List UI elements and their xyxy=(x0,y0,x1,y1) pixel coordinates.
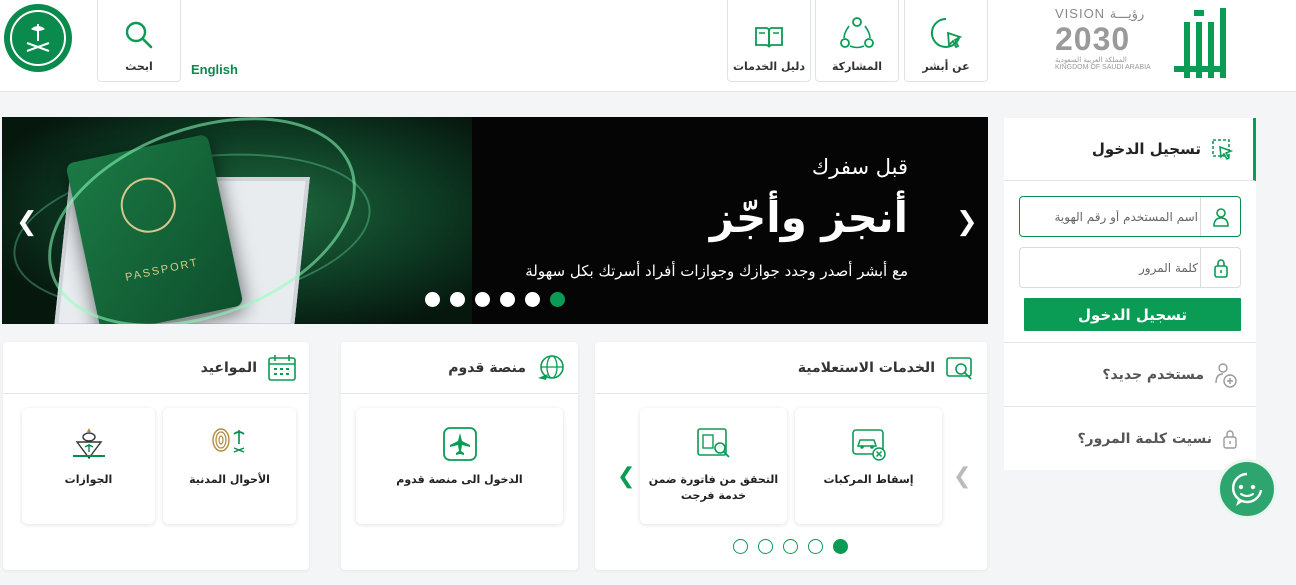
site-header: ابحث English دليل الخدمات المشاركة عن أب… xyxy=(0,0,1296,92)
lock-icon xyxy=(1200,248,1240,287)
appointments-header: المواعيد xyxy=(3,342,309,394)
user-icon xyxy=(1200,197,1240,236)
language-toggle-english[interactable]: English xyxy=(191,62,238,77)
tile-vehicle-drop-label: إسقاط المركبات xyxy=(823,473,914,486)
search-label: ابحث xyxy=(125,60,153,73)
inquiry-dot-active[interactable] xyxy=(833,539,848,554)
saudi-emblem-logo[interactable] xyxy=(4,4,72,72)
passports-emblem-icon xyxy=(72,428,105,460)
nav-about-absher[interactable]: عن أبشر xyxy=(904,0,988,82)
car-cancel-icon xyxy=(851,429,886,461)
absher-logo[interactable] xyxy=(1172,4,1234,80)
password-field[interactable] xyxy=(1019,247,1241,288)
document-search-icon xyxy=(696,428,730,458)
username-field[interactable] xyxy=(1019,196,1241,237)
inquiry-pagination xyxy=(733,539,848,554)
banner-dot[interactable] xyxy=(450,292,465,307)
banner-dot[interactable] xyxy=(475,292,490,307)
chat-pointer-icon xyxy=(930,17,963,49)
search-button[interactable]: ابحث xyxy=(97,0,181,82)
search-icon xyxy=(125,21,153,49)
forgot-password-label: نسيت كلمة المرور؟ xyxy=(1077,430,1212,447)
banner-heading-small: قبل سفرك xyxy=(811,155,908,179)
inquiry-dot[interactable] xyxy=(733,539,748,554)
book-icon xyxy=(755,27,783,48)
tile-invoice-check-label: التحقق من فاتورة ضمن خدمة فرجت xyxy=(648,473,779,502)
calendar-icon xyxy=(268,354,296,381)
tile-vehicle-drop[interactable]: إسقاط المركبات xyxy=(795,408,942,524)
login-title: تسجيل الدخول xyxy=(1091,140,1201,158)
banner-description: مع أبشر أصدر وجدد جوازك وجوازات أفراد أس… xyxy=(525,262,908,280)
tile-arrival-platform-login[interactable]: الدخول الى منصة قدوم xyxy=(356,408,563,524)
vision-kingdom-ar: المملكة العربية السعودية xyxy=(1055,56,1127,64)
login-header: تسجيل الدخول xyxy=(1004,118,1256,181)
new-user-link[interactable]: مستخدم جديد؟ xyxy=(1004,342,1256,406)
new-user-label: مستخدم جديد؟ xyxy=(1102,366,1204,383)
chatbot-icon xyxy=(1231,472,1263,506)
arrival-platform-title: منصة قدوم xyxy=(448,359,526,376)
inquiry-services-card: الخدمات الاستعلامية ❮ إسقاط المركبات الت… xyxy=(595,342,987,570)
banner-pagination xyxy=(425,292,565,307)
inquiry-services-header: الخدمات الاستعلامية xyxy=(595,342,987,394)
inquiry-next-arrow[interactable]: ❮ xyxy=(617,464,635,489)
banner-dot-active[interactable] xyxy=(550,292,565,307)
login-submit-button[interactable]: تسجيل الدخول xyxy=(1024,298,1241,331)
share-network-icon xyxy=(840,17,874,49)
forgot-password-link[interactable]: نسيت كلمة المرور؟ xyxy=(1004,406,1256,470)
inquiry-services-title: الخدمات الاستعلامية xyxy=(797,359,935,376)
tile-passports-label: الجوازات xyxy=(64,473,113,486)
vision-kingdom-en: KINGDOM OF SAUDI ARABIA xyxy=(1055,64,1151,71)
add-user-icon xyxy=(1215,362,1237,388)
chat-assistant-button[interactable] xyxy=(1217,459,1277,519)
banner-image: PASSPORT xyxy=(2,117,472,324)
tile-civil-affairs[interactable]: الأحوال المدنية xyxy=(163,408,296,524)
tile-passports[interactable]: الجوازات xyxy=(22,408,155,524)
tile-civil-affairs-label: الأحوال المدنية xyxy=(189,473,270,486)
username-input[interactable] xyxy=(1026,201,1198,232)
nav-participation[interactable]: المشاركة xyxy=(815,0,899,82)
inquiry-dot[interactable] xyxy=(808,539,823,554)
vision-word: VISION xyxy=(1055,6,1106,21)
login-cursor-icon xyxy=(1212,139,1233,160)
nav-about-absher-label: عن أبشر xyxy=(922,60,970,73)
appointments-card: المواعيد الأحوال المدنية الجوازات xyxy=(3,342,309,570)
inquiry-dot[interactable] xyxy=(783,539,798,554)
banner-dot[interactable] xyxy=(525,292,540,307)
banner-prev-arrow[interactable]: ❮ xyxy=(16,207,38,237)
nav-services-guide[interactable]: دليل الخدمات xyxy=(727,0,811,82)
login-panel: تسجيل الدخول تسجيل الدخول مستخدم جديد؟ xyxy=(1004,118,1256,470)
vision-year: 2030 xyxy=(1055,21,1131,57)
appointments-title: المواعيد xyxy=(200,359,257,376)
nav-participation-label: المشاركة xyxy=(832,60,882,73)
inquiry-search-icon xyxy=(946,356,972,380)
banner-heading-large: أنجز وأجّز xyxy=(709,193,908,242)
banner-dot[interactable] xyxy=(500,292,515,307)
tile-arrival-platform-login-label: الدخول الى منصة قدوم xyxy=(396,473,523,486)
arrival-platform-card: منصة قدوم الدخول الى منصة قدوم xyxy=(341,342,578,570)
inquiry-dot[interactable] xyxy=(758,539,773,554)
banner-dot[interactable] xyxy=(425,292,440,307)
nav-services-guide-label: دليل الخدمات xyxy=(732,60,806,73)
banner-next-arrow[interactable]: ❯ xyxy=(956,207,978,237)
hero-banner[interactable]: PASSPORT ❮ ❯ قبل سفرك أنجز وأجّز مع أبشر… xyxy=(2,117,988,324)
lock-outline-icon xyxy=(1223,429,1237,449)
password-input[interactable] xyxy=(1026,252,1198,283)
vision-2030-logo: VISION رؤيـــة 2030 المملكة العربية السع… xyxy=(1055,6,1165,78)
arrival-platform-header: منصة قدوم xyxy=(341,342,578,394)
inquiry-prev-arrow[interactable]: ❮ xyxy=(953,464,971,489)
vision-arabic: رؤيـــة xyxy=(1109,6,1145,21)
globe-plane-icon xyxy=(538,354,564,380)
airplane-icon xyxy=(442,427,477,461)
civil-affairs-logo xyxy=(211,428,244,453)
tile-invoice-check[interactable]: التحقق من فاتورة ضمن خدمة فرجت xyxy=(640,408,787,524)
